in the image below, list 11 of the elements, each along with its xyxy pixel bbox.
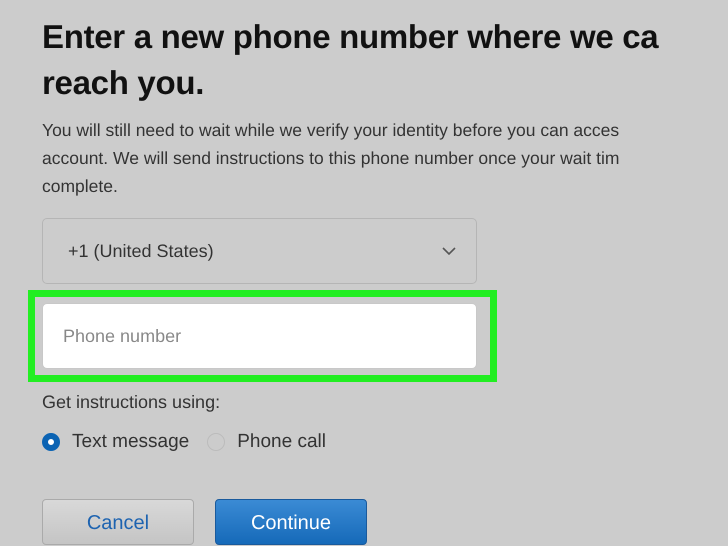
- radio-icon[interactable]: [42, 433, 60, 451]
- description-text: You will still need to wait while we verify your identity before you can acces account. We will send instructions to this phone number once your wait tim complete.: [42, 119, 620, 198]
- continue-button[interactable]: Continue: [215, 499, 367, 545]
- phone-number-field[interactable]: Phone number: [42, 303, 477, 369]
- radio-option[interactable]: Text message: [42, 431, 190, 453]
- radio-option[interactable]: Phone call: [207, 431, 326, 453]
- page-heading: Enter a new phone number where we ca reach you.: [42, 17, 660, 103]
- cancel-button[interactable]: Cancel: [42, 499, 194, 545]
- chevron-down-icon: [442, 247, 456, 255]
- country-select[interactable]: +1 (United States): [42, 218, 477, 284]
- method-label: Get instructions using:: [42, 392, 222, 413]
